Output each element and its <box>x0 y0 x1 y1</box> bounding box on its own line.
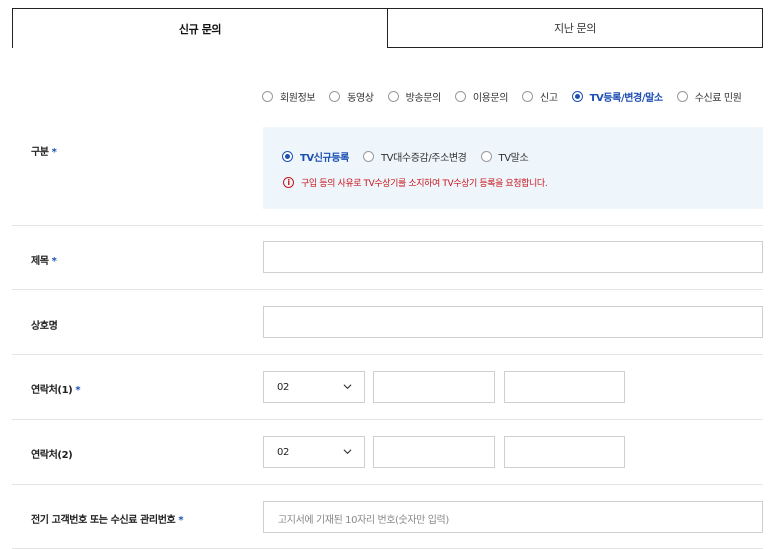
category-radio-label: 동영상 <box>347 93 374 104</box>
category-radio-label: 회원정보 <box>280 93 316 104</box>
phone2-middle-input[interactable] <box>373 436 495 468</box>
category-radio-0[interactable]: 회원정보 <box>262 89 316 104</box>
radio-circle-icon <box>454 91 466 102</box>
phone2-label: 연락처(2) <box>31 446 73 461</box>
phone1-middle-input[interactable] <box>373 371 495 403</box>
required-mark: * <box>51 147 57 158</box>
required-mark: * <box>51 256 57 267</box>
category-radio-group: 회원정보 동영상 방송문의 이용문의 신고 TV등록/변경/말소 수신료 민원 <box>262 89 755 104</box>
phone2-label-text: 연락처(2) <box>31 450 73 461</box>
divider <box>12 354 763 355</box>
radio-circle-icon <box>362 151 374 162</box>
radio-circle-icon <box>676 91 688 102</box>
sub-category-radio-label: TV말소 <box>498 153 529 164</box>
category-label: 구분 * <box>31 143 57 158</box>
category-radio-1[interactable]: 동영상 <box>329 89 374 104</box>
phone1-area-code-select[interactable]: 02 <box>263 371 365 403</box>
radio-circle-icon <box>387 91 399 102</box>
chevron-down-icon <box>343 449 352 455</box>
sub-category-radio-label: TV신규등록 <box>300 153 349 164</box>
customer-number-input[interactable]: 고지서에 기재된 10자리 번호(숫자만 입력) <box>263 501 763 533</box>
radio-circle-icon <box>329 91 341 102</box>
sub-category-radio-group: TV신규등록 TV대수증감/주소변경 TV말소 <box>282 149 542 164</box>
title-label: 제목 * <box>31 252 57 267</box>
info-warning-icon: i <box>283 177 294 188</box>
category-label-text: 구분 <box>31 147 49 158</box>
company-input[interactable] <box>263 306 763 338</box>
phone1-label-text: 연락처(1) <box>31 385 73 396</box>
category-radio-label: 수신료 민원 <box>694 93 742 104</box>
radio-circle-icon <box>262 91 273 102</box>
sub-category-radio-0[interactable]: TV신규등록 <box>282 149 349 164</box>
company-label-text: 상호명 <box>31 321 58 332</box>
radio-circle-icon <box>571 91 583 102</box>
category-radio-label: 신고 <box>540 93 558 104</box>
title-input[interactable] <box>263 241 763 273</box>
required-mark: * <box>178 515 184 526</box>
radio-circle-icon <box>282 151 293 162</box>
radio-circle-icon <box>480 151 492 162</box>
inquiry-tabs: 지난 문의 신규 문의 <box>12 8 763 48</box>
customer-number-label: 전기 고객번호 또는 수신료 관리번호 * <box>31 511 184 526</box>
category-radio-label: TV등록/변경/말소 <box>589 93 663 104</box>
title-label-text: 제목 <box>31 256 49 267</box>
chevron-down-icon <box>343 384 352 390</box>
required-mark: * <box>75 385 81 396</box>
divider <box>12 484 763 485</box>
customer-number-placeholder: 고지서에 기재된 10자리 번호(숫자만 입력) <box>278 515 449 526</box>
phone2-last-input[interactable] <box>504 436 625 468</box>
phone1-last-input[interactable] <box>504 371 625 403</box>
radio-circle-icon <box>522 91 534 102</box>
phone2-area-code-select[interactable]: 02 <box>263 436 365 468</box>
sub-category-radio-label: TV대수증감/주소변경 <box>380 153 467 164</box>
phone2-area-code-value: 02 <box>277 446 289 458</box>
category-radio-2[interactable]: 방송문의 <box>387 89 442 104</box>
divider <box>12 289 763 290</box>
divider <box>12 419 763 420</box>
phone1-area-code-value: 02 <box>277 381 289 393</box>
category-radio-5[interactable]: TV등록/변경/말소 <box>571 89 663 104</box>
category-radio-label: 방송문의 <box>405 93 442 104</box>
warning-message: i 구입 등의 사유로 TV수상기를 소지하여 TV수상기 등록을 요청합니다. <box>283 176 548 189</box>
warning-text: 구입 등의 사유로 TV수상기를 소지하여 TV수상기 등록을 요청합니다. <box>301 179 548 189</box>
customer-number-label-text: 전기 고객번호 또는 수신료 관리번호 <box>31 515 176 526</box>
company-label: 상호명 <box>31 317 58 332</box>
phone1-label: 연락처(1) * <box>31 381 81 396</box>
sub-category-radio-2[interactable]: TV말소 <box>480 149 529 164</box>
category-radio-3[interactable]: 이용문의 <box>454 89 509 104</box>
category-radio-6[interactable]: 수신료 민원 <box>676 89 742 104</box>
tab-new-inquiry[interactable]: 신규 문의 <box>12 8 388 48</box>
category-radio-4[interactable]: 신고 <box>522 89 558 104</box>
sub-category-radio-1[interactable]: TV대수증감/주소변경 <box>362 149 467 164</box>
tab-past-inquiry-label: 지난 문의 <box>554 22 596 35</box>
divider <box>12 225 763 226</box>
tab-past-inquiry[interactable]: 지난 문의 <box>387 8 763 48</box>
tab-new-inquiry-label: 신규 문의 <box>178 22 222 36</box>
category-radio-label: 이용문의 <box>472 93 509 104</box>
sub-category-box: TV신규등록 TV대수증감/주소변경 TV말소 i 구입 등의 사유로 TV수상기를… <box>263 127 763 209</box>
